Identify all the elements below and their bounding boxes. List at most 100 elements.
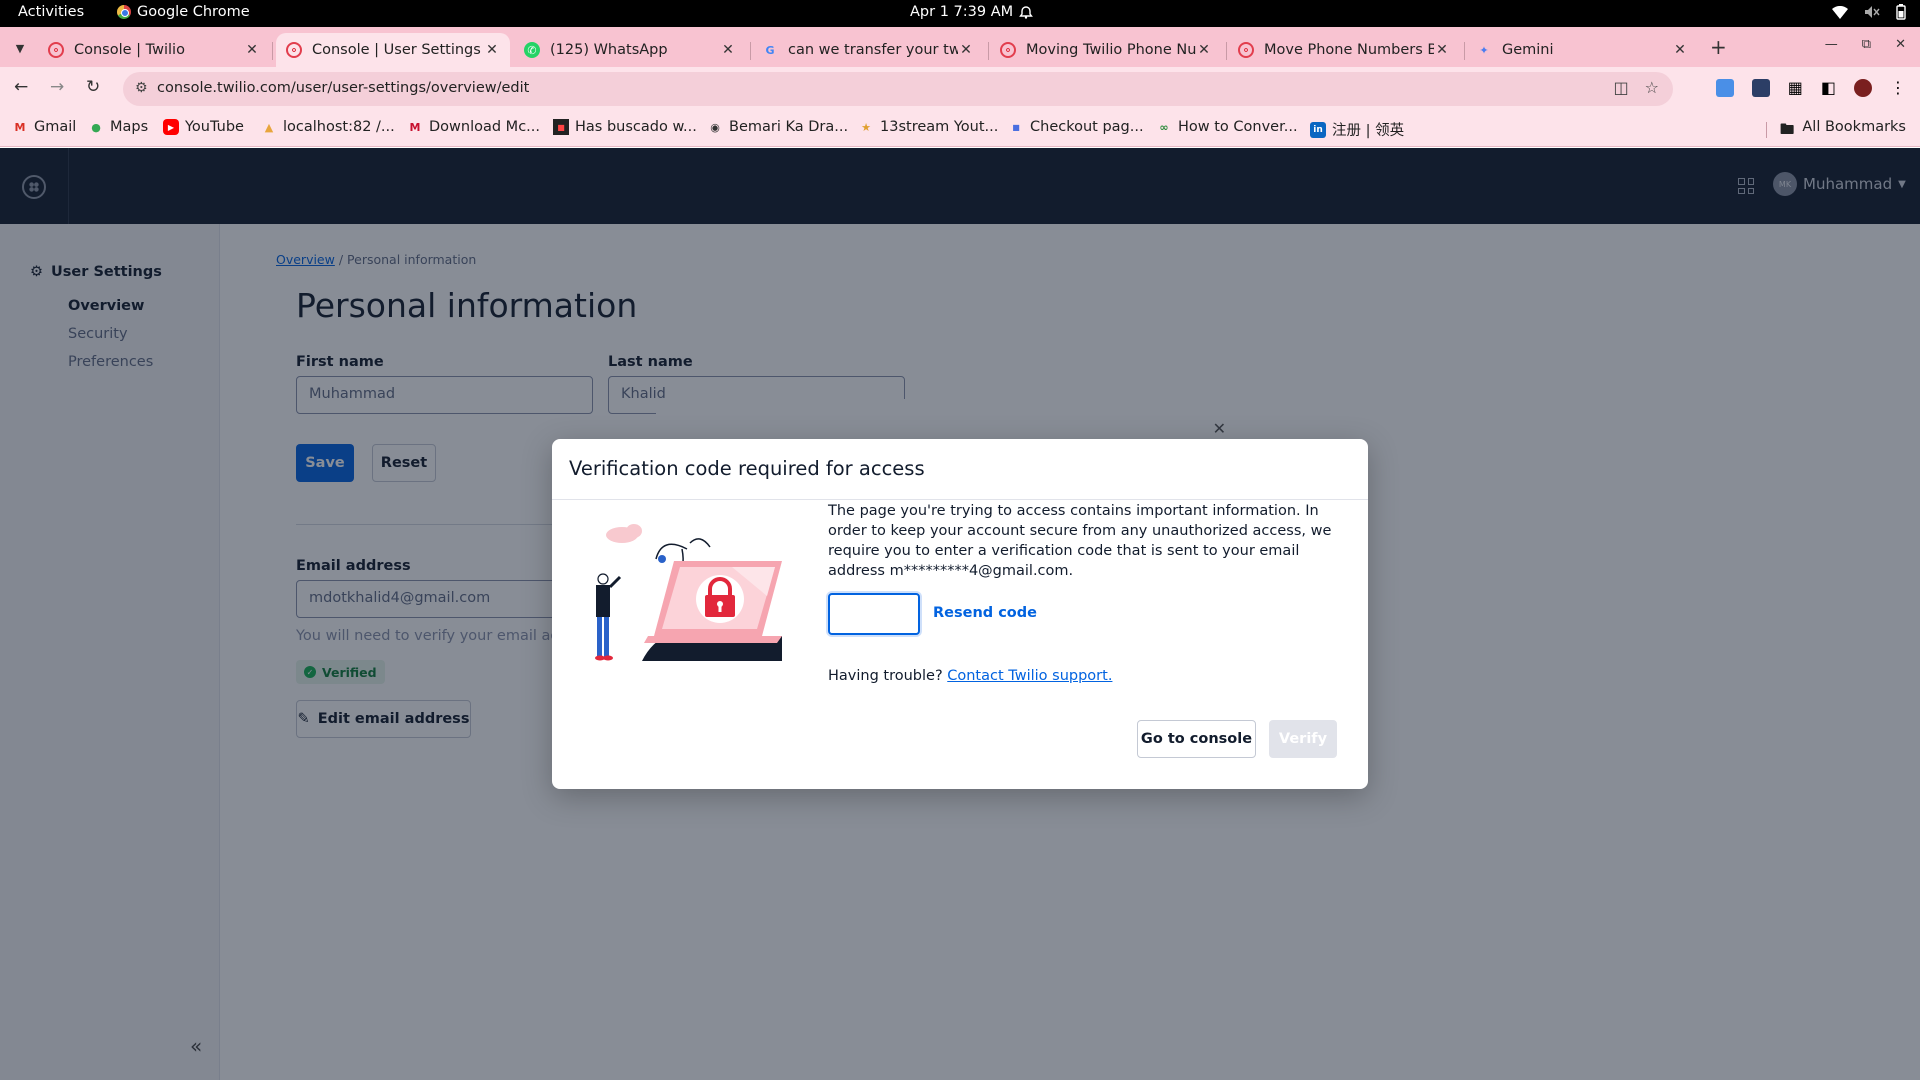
close-window-icon[interactable]: ✕ (1895, 37, 1906, 52)
tab-user-settings[interactable]: Console | User Settings ✕ (276, 33, 510, 67)
site-icon: ■ (553, 119, 569, 135)
bookmark-label: 注册 | 领英 (1332, 123, 1405, 139)
extension-gear-icon[interactable] (1751, 78, 1770, 97)
close-icon[interactable]: ✕ (720, 42, 736, 58)
tab-title: Gemini (1502, 42, 1554, 58)
youtube-icon: ▶ (163, 119, 179, 135)
site-info-icon[interactable]: ⚙ (135, 80, 148, 96)
close-icon[interactable]: ✕ (1434, 42, 1450, 58)
tab-title: can we transfer your twi (788, 42, 958, 58)
back-arrow-icon[interactable]: ← (14, 77, 28, 97)
tab-title: Move Phone Numbers Be (1264, 42, 1434, 58)
puzzle-icon[interactable]: ▦ (1788, 78, 1803, 97)
battery-icon (1896, 4, 1906, 20)
side-panel-icon[interactable]: ◧ (1821, 78, 1836, 97)
all-bookmarks-button[interactable]: 🖿 All Bookmarks (1780, 119, 1906, 144)
alarm-icon (1019, 6, 1034, 19)
verify-button[interactable]: Verify (1269, 720, 1337, 758)
trouble-label: Having trouble? (828, 668, 943, 684)
window-controls: — ⧉ ✕ (1825, 37, 1906, 52)
system-top-bar: Activities Google Chrome Apr 1 7:39 AM (0, 0, 1920, 27)
site-icon: ◉ (710, 120, 720, 134)
volume-muted-icon (1865, 6, 1880, 18)
app-name: Google Chrome (137, 4, 250, 20)
bookmark-label: Bemari Ka Dra... (729, 119, 849, 135)
bookmark-label: Download Mc... (429, 119, 540, 135)
clock[interactable]: Apr 1 7:39 AM (910, 4, 1034, 20)
wifi-icon (1832, 5, 1848, 19)
minimize-icon[interactable]: — (1825, 37, 1838, 52)
bookmark-gmail[interactable]: M Gmail (12, 119, 77, 135)
linkedin-icon: in (1310, 121, 1326, 138)
tab-google-search[interactable]: G can we transfer your twi ✕ (752, 33, 984, 67)
google-icon: G (765, 43, 775, 57)
url-text: console.twilio.com/user/user-settings/ov… (157, 80, 530, 96)
app-menu[interactable]: Google Chrome (117, 4, 250, 20)
modal-body-text: The page you're trying to access contain… (828, 503, 1332, 579)
site-icon: ∞ (1159, 120, 1169, 134)
activities-button[interactable]: Activities (18, 4, 84, 20)
tab-divider (1226, 42, 1227, 60)
tab-divider (988, 42, 989, 60)
bookmarks-divider (1766, 122, 1767, 138)
resend-code-link[interactable]: Resend code (933, 605, 1037, 621)
bookmark-has-buscado[interactable]: ■ Has buscado w... (553, 119, 697, 135)
gmail-icon: M (14, 120, 26, 134)
bookmark-label: Maps (110, 119, 149, 135)
kebab-menu-icon[interactable]: ⋮ (1890, 78, 1906, 97)
bookmark-mcafee[interactable]: M Download Mc... (407, 119, 540, 135)
tab-gemini[interactable]: ✦ Gemini ✕ (1466, 33, 1698, 67)
bookmark-linkedin[interactable]: in 注册 | 领英 (1310, 119, 1404, 140)
extensions-area: ▦ ◧ ⋮ (1715, 78, 1906, 97)
verification-code-input[interactable] (828, 593, 920, 635)
bookmark-label: 13stream Yout... (880, 119, 999, 135)
close-icon[interactable]: ✕ (1672, 42, 1688, 58)
forward-arrow-icon[interactable]: → (50, 77, 64, 97)
folder-icon: 🖿 (1779, 122, 1795, 138)
bookmark-label: YouTube (185, 119, 244, 135)
folder-icon: ▲ (264, 120, 274, 134)
site-icon: ■ (1012, 122, 1020, 132)
twilio-icon (1238, 42, 1254, 58)
support-text: Having trouble? Contact Twilio support. (828, 668, 1112, 684)
tab-move-numbers[interactable]: Move Phone Numbers Be ✕ (1228, 33, 1460, 67)
tab-console-twilio[interactable]: Console | Twilio ✕ (38, 33, 270, 67)
gemini-icon: ✦ (1479, 43, 1489, 57)
new-tab-button[interactable]: + (1710, 35, 1727, 59)
bookmark-youtube[interactable]: ▶ YouTube (163, 119, 244, 135)
mcafee-icon: M (409, 120, 421, 134)
reload-icon[interactable]: ↻ (86, 77, 100, 97)
tab-moving-numbers[interactable]: Moving Twilio Phone Nu ✕ (990, 33, 1222, 67)
bookmark-label: Checkout pag... (1030, 119, 1144, 135)
bookmark-label: localhost:82 /... (283, 119, 395, 135)
tab-divider (1464, 42, 1465, 60)
extension-f-icon[interactable] (1715, 78, 1734, 97)
go-to-console-button[interactable]: Go to console (1137, 720, 1256, 758)
security-lock-illustration (595, 524, 782, 661)
tab-whatsapp[interactable]: ✆ (125) WhatsApp ✕ (514, 33, 746, 67)
verification-modal: Verification code required for access Th… (552, 439, 1368, 789)
tab-title: Moving Twilio Phone Nu (1026, 42, 1196, 58)
bookmark-star-icon[interactable]: ☆ (1645, 78, 1659, 97)
install-app-icon[interactable]: ◫ (1614, 78, 1629, 97)
close-icon[interactable]: ✕ (244, 42, 260, 58)
contact-support-link[interactable]: Contact Twilio support. (947, 668, 1112, 684)
bookmark-checkout[interactable]: ■ Checkout pag... (1008, 119, 1144, 135)
address-bar[interactable]: ⚙ console.twilio.com/user/user-settings/… (123, 72, 1673, 106)
tab-search-chevron-icon[interactable]: ▼ (8, 36, 32, 60)
close-icon[interactable]: ✕ (484, 42, 500, 58)
bookmark-maps[interactable]: ● Maps (88, 119, 148, 135)
restore-icon[interactable]: ⧉ (1862, 37, 1871, 52)
bookmark-bemari[interactable]: ◉ Bemari Ka Dra... (707, 119, 848, 135)
system-tray[interactable] (1832, 4, 1906, 20)
bookmark-how-to-convert[interactable]: ∞ How to Conver... (1156, 119, 1298, 135)
close-icon[interactable]: ✕ (1196, 42, 1212, 58)
close-icon[interactable]: ✕ (958, 42, 974, 58)
bookmark-label: How to Conver... (1178, 119, 1298, 135)
bookmark-localhost[interactable]: ▲ localhost:82 /... (261, 119, 395, 135)
whatsapp-icon: ✆ (524, 42, 540, 58)
tab-divider (272, 42, 273, 60)
bookmark-13stream[interactable]: ★ 13stream Yout... (858, 119, 998, 135)
profile-avatar-icon[interactable] (1854, 78, 1872, 97)
twilio-icon (48, 42, 64, 58)
